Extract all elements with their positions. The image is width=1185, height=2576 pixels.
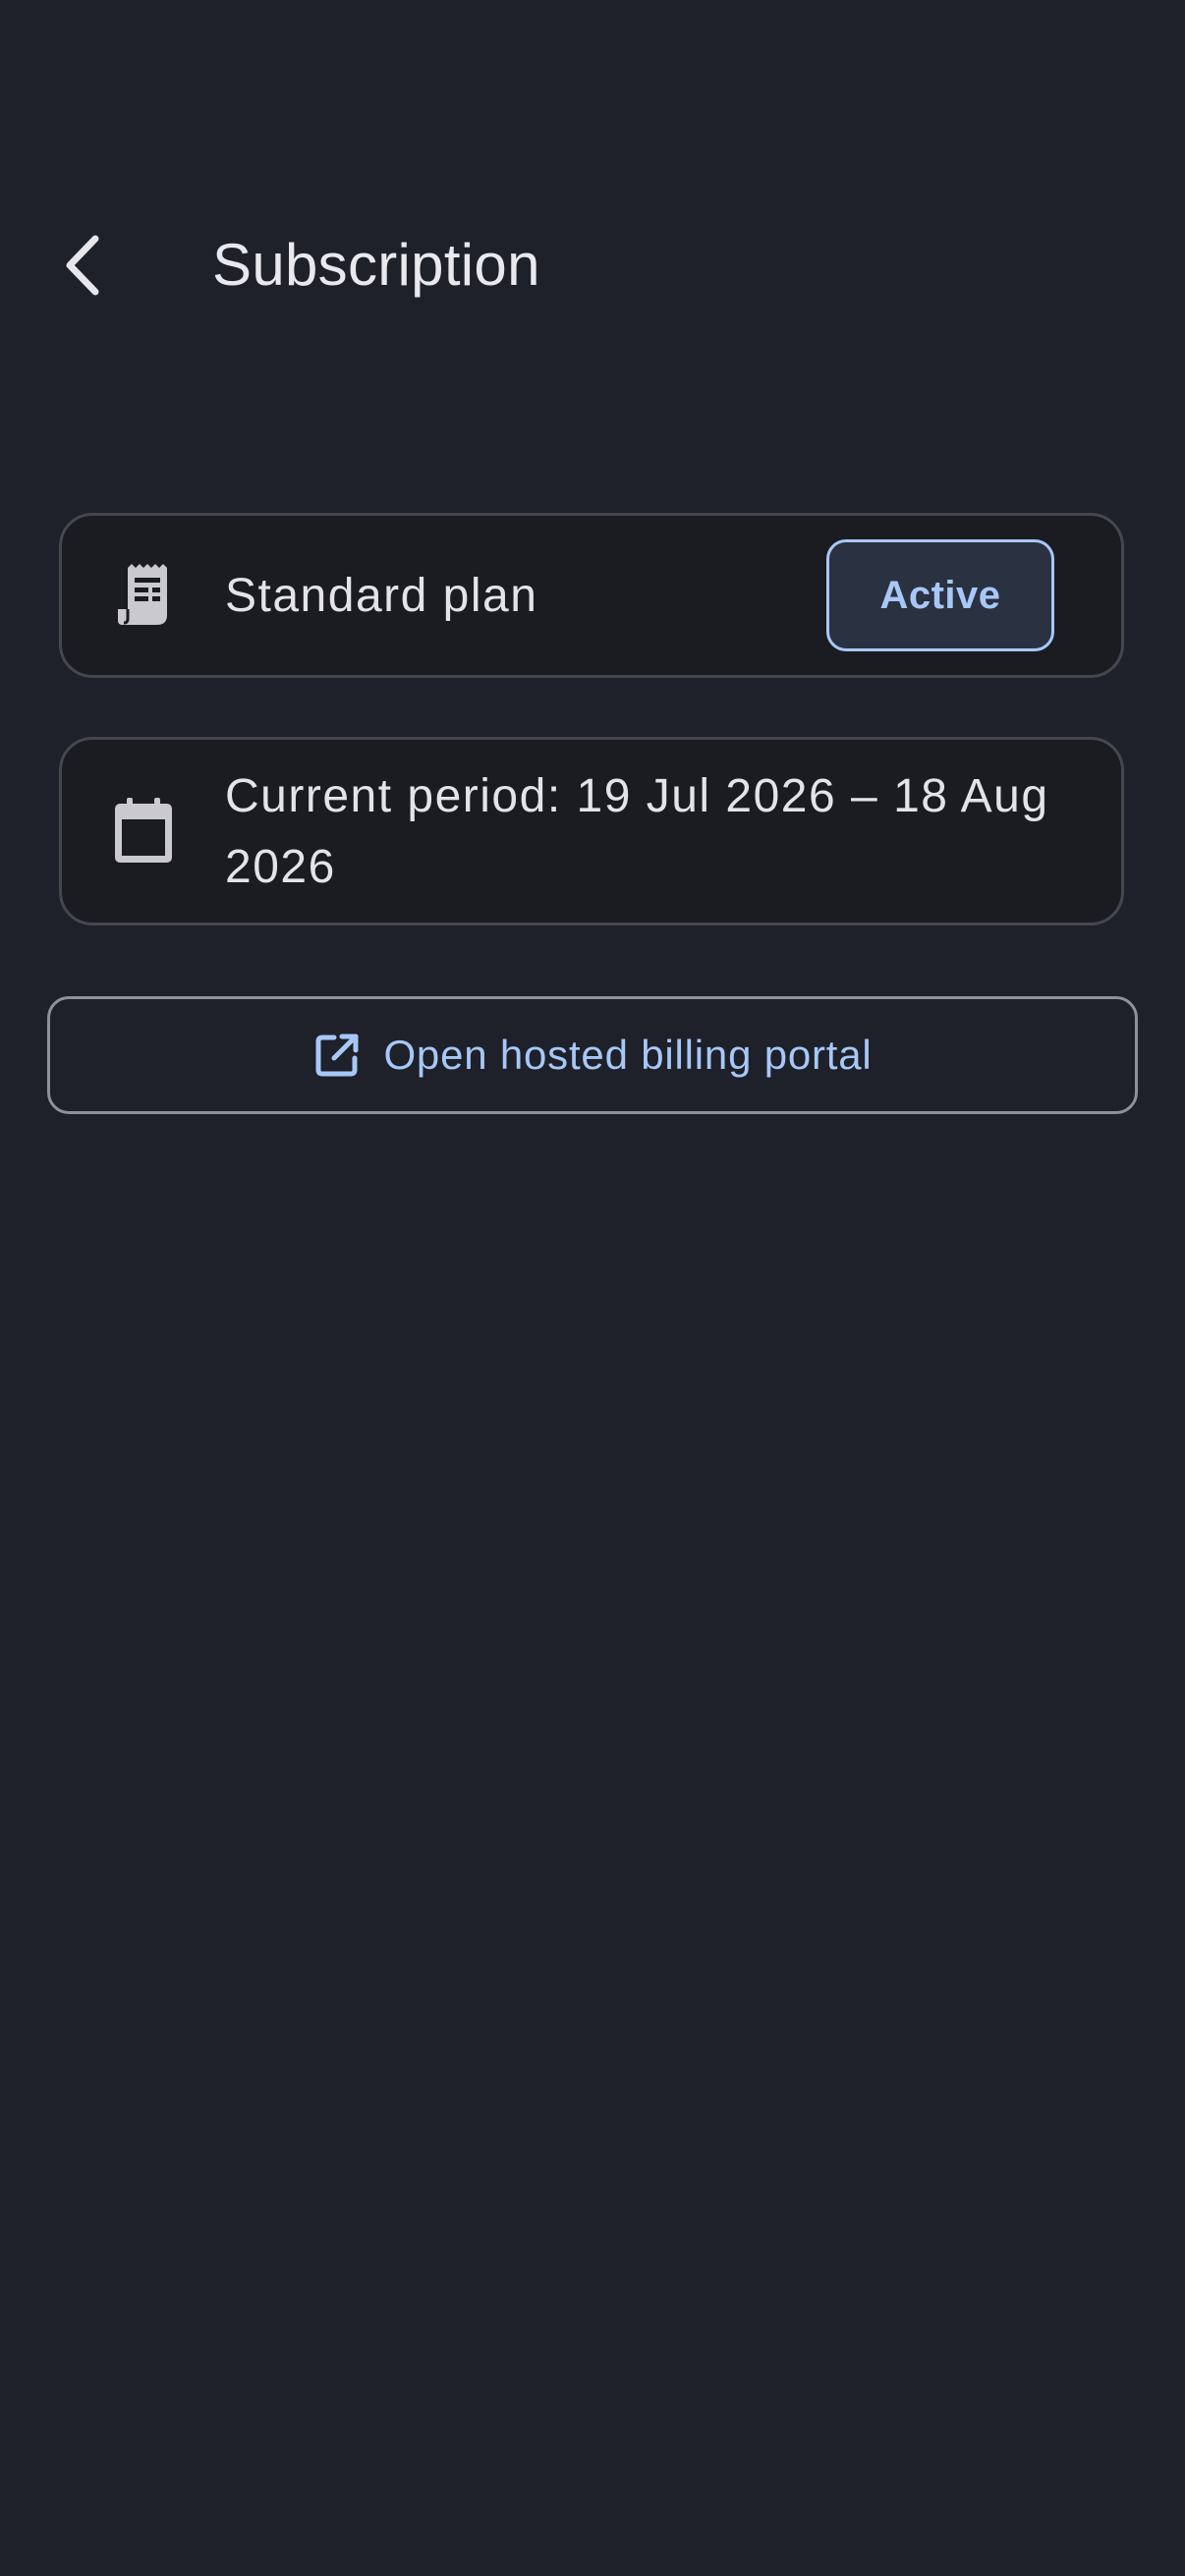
status-badge: Active xyxy=(826,539,1054,651)
app-bar: Subscription xyxy=(0,196,1185,334)
plan-name: Standard plan xyxy=(225,570,538,622)
calendar-icon xyxy=(111,798,176,864)
current-period-text: Current period: 19 Jul 2026 – 18 Aug 202… xyxy=(225,770,1049,893)
chevron-left-icon xyxy=(66,235,99,296)
open-in-new-icon xyxy=(312,1031,362,1080)
open-billing-portal-label: Open hosted billing portal xyxy=(383,1032,873,1078)
period-card: Current period: 19 Jul 2026 – 18 Aug 202… xyxy=(59,737,1124,925)
plan-card: Standard plan Active xyxy=(59,513,1124,678)
open-billing-portal-button[interactable]: Open hosted billing portal xyxy=(47,996,1138,1114)
back-button[interactable] xyxy=(39,216,128,314)
page-title: Subscription xyxy=(212,232,540,298)
receipt-icon xyxy=(111,563,176,628)
